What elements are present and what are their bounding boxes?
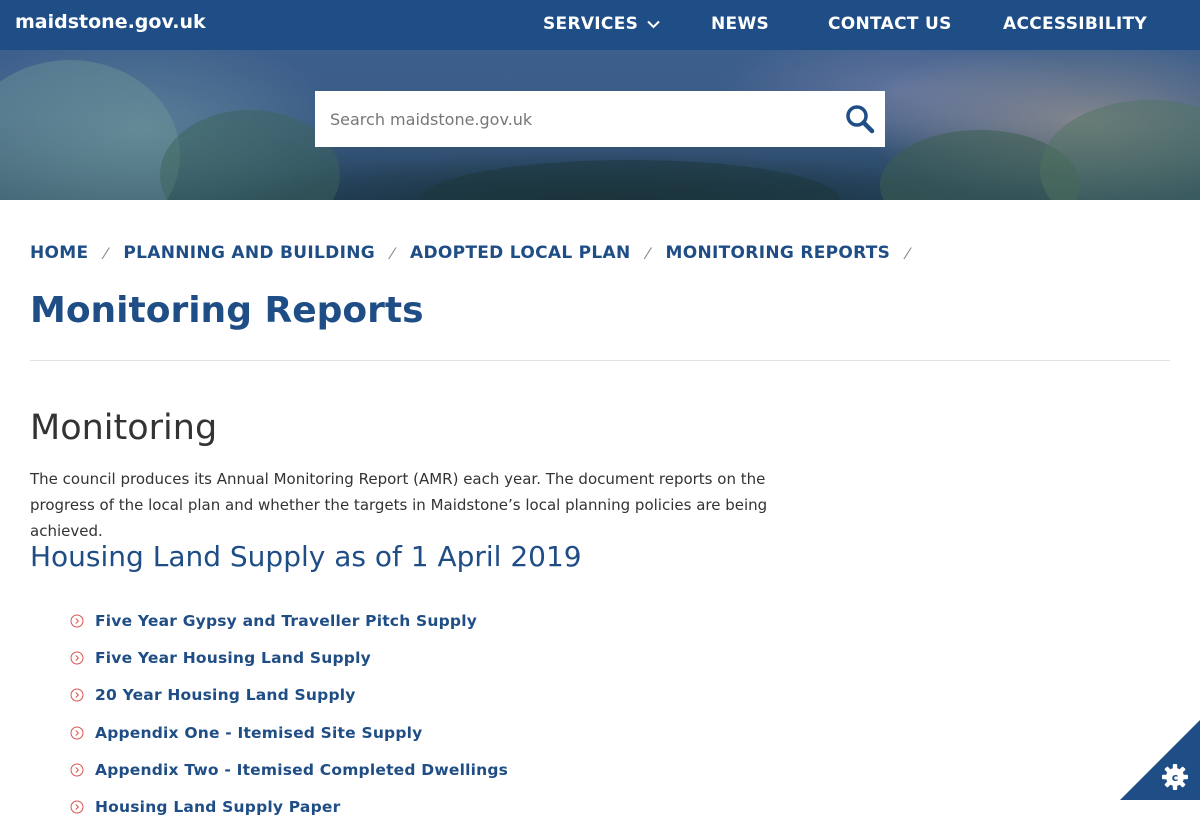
title-divider xyxy=(30,360,1170,361)
chevron-circle-icon xyxy=(70,763,84,777)
site-logo-link[interactable]: maidstone.gov.uk xyxy=(15,11,206,33)
link-five-year-housing-land-supply[interactable]: Five Year Housing Land Supply xyxy=(95,649,371,667)
list-item: 20 Year Housing Land Supply xyxy=(70,677,508,714)
link-five-year-gypsy-traveller-pitch-supply[interactable]: Five Year Gypsy and Traveller Pitch Supp… xyxy=(95,612,477,630)
cookie-settings-button[interactable]: c xyxy=(1120,720,1200,800)
breadcrumb-separator: ⁄ xyxy=(906,243,910,263)
list-item: Housing Land Supply Paper xyxy=(70,788,508,825)
page-title: Monitoring Reports xyxy=(30,290,424,331)
site-header: maidstone.gov.uk SERVICES NEWS CONTACT U… xyxy=(0,0,1200,50)
list-item: Five Year Housing Land Supply xyxy=(70,639,508,676)
nav-services[interactable]: SERVICES xyxy=(543,14,660,34)
svg-text:c: c xyxy=(1172,771,1179,784)
nav-contact-us[interactable]: CONTACT US xyxy=(828,14,952,34)
breadcrumb-adopted-local-plan[interactable]: ADOPTED LOCAL PLAN xyxy=(410,243,631,263)
link-twenty-year-housing-land-supply[interactable]: 20 Year Housing Land Supply xyxy=(95,686,356,704)
nav-news-label: NEWS xyxy=(711,14,770,34)
link-appendix-two-itemised-completed-dwellings[interactable]: Appendix Two - Itemised Completed Dwelli… xyxy=(95,761,508,779)
hero-tree-shape xyxy=(160,110,340,200)
breadcrumb-separator: ⁄ xyxy=(646,243,650,263)
nav-accessibility-label: ACCESSIBILITY xyxy=(1003,14,1148,34)
hero-tree-shape xyxy=(0,60,180,200)
hero-tree-shape xyxy=(420,160,840,200)
chevron-circle-icon xyxy=(70,800,84,814)
breadcrumb: HOME ⁄ PLANNING AND BUILDING ⁄ ADOPTED L… xyxy=(30,243,925,263)
breadcrumb-monitoring-reports[interactable]: MONITORING REPORTS xyxy=(666,243,891,263)
chevron-circle-icon xyxy=(70,614,84,628)
nav-contact-us-label: CONTACT US xyxy=(828,14,952,34)
hero-banner xyxy=(0,50,1200,200)
link-housing-land-supply-paper[interactable]: Housing Land Supply Paper xyxy=(95,798,340,816)
breadcrumb-separator: ⁄ xyxy=(104,243,108,263)
breadcrumb-planning-and-building[interactable]: PLANNING AND BUILDING xyxy=(123,243,375,263)
list-item: Five Year Gypsy and Traveller Pitch Supp… xyxy=(70,602,508,639)
document-link-list: Five Year Gypsy and Traveller Pitch Supp… xyxy=(70,602,508,826)
search-bar xyxy=(315,91,885,147)
breadcrumb-separator: ⁄ xyxy=(391,243,394,263)
nav-services-label: SERVICES xyxy=(543,14,639,34)
link-appendix-one-itemised-site-supply[interactable]: Appendix One - Itemised Site Supply xyxy=(95,724,422,742)
search-input[interactable] xyxy=(315,91,832,147)
intro-paragraph: The council produces its Annual Monitori… xyxy=(30,470,768,540)
chevron-circle-icon xyxy=(70,651,84,665)
section-title: Monitoring xyxy=(30,408,218,448)
hero-tree-shape xyxy=(1040,100,1200,200)
housing-land-supply-heading: Housing Land Supply as of 1 April 2019 xyxy=(30,540,582,573)
search-icon[interactable] xyxy=(845,104,875,134)
chevron-circle-icon xyxy=(70,726,84,740)
nav-news[interactable]: NEWS xyxy=(711,14,769,34)
chevron-circle-icon xyxy=(70,688,84,702)
chevron-down-icon xyxy=(647,20,660,28)
list-item: Appendix Two - Itemised Completed Dwelli… xyxy=(70,751,508,788)
cookie-settings-icon: c xyxy=(1162,764,1188,790)
breadcrumb-home[interactable]: HOME xyxy=(30,243,88,263)
list-item: Appendix One - Itemised Site Supply xyxy=(70,714,508,751)
nav-accessibility[interactable]: ACCESSIBILITY xyxy=(1003,14,1147,34)
